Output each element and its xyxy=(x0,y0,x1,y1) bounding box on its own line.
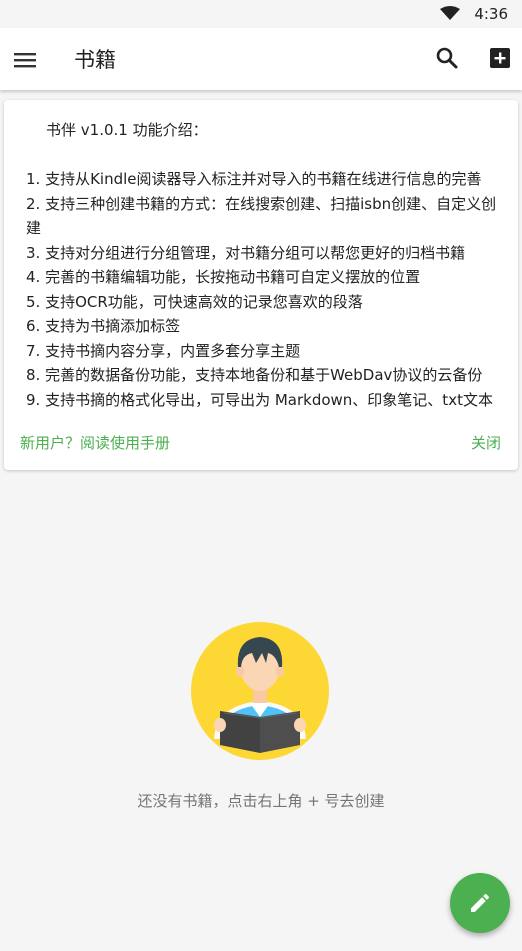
app-toolbar: 书籍 xyxy=(0,28,522,90)
feature-item: 2. 支持三种创建书籍的方式：在线搜索创建、扫描isbn创建、自定义创建 xyxy=(26,194,497,238)
menu-icon[interactable] xyxy=(12,47,38,73)
reading-person-illustration xyxy=(191,622,329,760)
add-box-icon[interactable] xyxy=(487,45,513,71)
close-button[interactable]: 关闭 xyxy=(471,432,501,453)
feature-item: 8. 完善的数据备份功能，支持本地备份和基于WebDav协议的云备份 xyxy=(26,366,483,384)
feature-item: 7. 支持书摘内容分享，内置多套分享主题 xyxy=(26,341,301,360)
user-manual-link[interactable]: 新用户？阅读使用手册 xyxy=(20,432,170,453)
edit-pencil-icon xyxy=(471,893,490,912)
intro-card: 书伴 v1.0.1 功能介绍： 1. 支持从Kindle阅读器导入标注并对导入的… xyxy=(4,100,518,470)
feature-item: 1. 支持从Kindle阅读器导入标注并对导入的书籍在线进行信息的完善 xyxy=(26,170,482,188)
status-time: 4:36 xyxy=(474,5,508,23)
intro-card-actions: 新用户？阅读使用手册 关闭 xyxy=(4,426,518,456)
feature-item: 5. 支持OCR功能，可快速高效的记录您喜欢的段落 xyxy=(26,292,363,311)
feature-item: 4. 完善的书籍编辑功能，长按拖动书籍可自定义摆放的位置 xyxy=(26,268,421,286)
feature-item: 6. 支持为书摘添加标签 xyxy=(26,317,181,335)
intro-card-body[interactable]: 书伴 v1.0.1 功能介绍： 1. 支持从Kindle阅读器导入标注并对导入的… xyxy=(4,100,518,414)
feature-item: 3. 支持对分组进行分组管理，对书籍分组可以帮您更好的归档书籍 xyxy=(26,243,466,262)
wifi-icon xyxy=(440,6,460,20)
search-icon[interactable] xyxy=(434,45,460,71)
feature-item: 9. 支持书摘的格式化导出，可导出为 Markdown、印象笔记、txt文本 xyxy=(26,390,493,409)
intro-heading: 书伴 v1.0.1 功能介绍： xyxy=(46,121,208,139)
feature-list: 1. 支持从Kindle阅读器导入标注并对导入的书籍在线进行信息的完善 2. 支… xyxy=(26,167,506,412)
empty-state-message: 还没有书籍，点击右上角 + 号去创建 xyxy=(137,792,385,810)
status-bar: 4:36 xyxy=(0,0,522,28)
edit-fab-button[interactable] xyxy=(450,873,510,933)
page-title: 书籍 xyxy=(74,48,116,72)
